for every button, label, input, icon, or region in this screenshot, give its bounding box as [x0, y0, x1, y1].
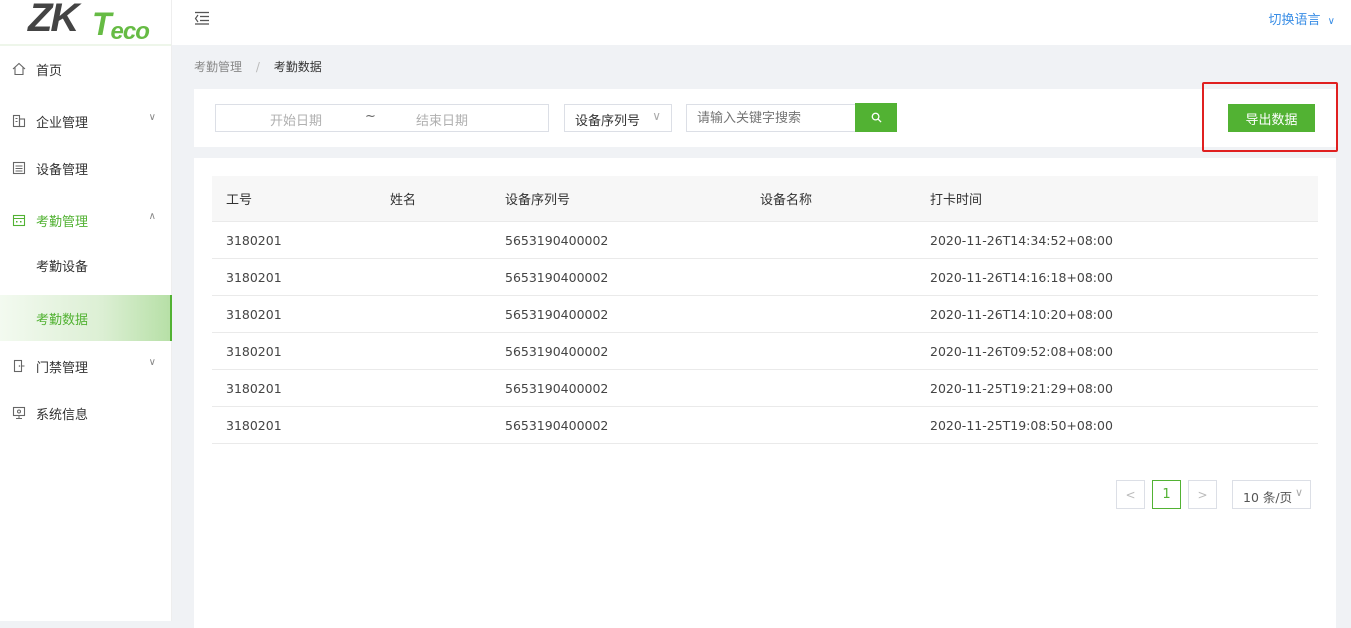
sidebar-item-label: 首页: [36, 63, 63, 79]
sidebar-item-label: 设备管理: [36, 162, 89, 178]
language-label: 切换语言: [1268, 13, 1321, 28]
table-row: 3180201 5653190400002 2020-11-25T19:21:2…: [212, 370, 1318, 407]
cell-employee-id: 3180201: [226, 232, 282, 248]
table-row: 3180201 5653190400002 2020-11-26T14:10:2…: [212, 296, 1318, 333]
cell-device-serial: 5653190400002: [505, 380, 609, 396]
cell-employee-id: 3180201: [226, 417, 282, 433]
sidebar-item-device[interactable]: 设备管理: [0, 145, 172, 191]
table-header: 工号 姓名 设备序列号 设备名称 打卡时间: [212, 176, 1318, 222]
header-punch-time: 打卡时间: [930, 193, 983, 208]
breadcrumb-current: 考勤数据: [273, 60, 322, 74]
search-icon: [871, 108, 882, 127]
sidebar-item-enterprise[interactable]: 企业管理 ∨: [0, 98, 172, 144]
attendance-table: 工号 姓名 设备序列号 设备名称 打卡时间 3180201 5653190400…: [212, 176, 1318, 444]
chevron-down-icon: ∨: [1327, 16, 1335, 27]
table-panel: 工号 姓名 设备序列号 设备名称 打卡时间 3180201 5653190400…: [194, 158, 1336, 628]
cell-punch-time: 2020-11-26T14:34:52+08:00: [930, 232, 1113, 248]
table-row: 3180201 5653190400002 2020-11-26T14:16:1…: [212, 259, 1318, 296]
chevron-down-icon: ∨: [148, 112, 156, 123]
cell-punch-time: 2020-11-26T14:10:20+08:00: [930, 306, 1113, 322]
table-row: 3180201 5653190400002 2020-11-25T19:08:5…: [212, 407, 1318, 444]
sidebar-item-home[interactable]: 首页: [0, 46, 172, 92]
page-size-value: 10 条/页: [1243, 490, 1293, 505]
submenu-attendance-device[interactable]: 考勤设备: [0, 242, 172, 288]
header-device-name: 设备名称: [760, 193, 813, 208]
cell-employee-id: 3180201: [226, 269, 282, 285]
date-range-picker[interactable]: 开始日期 ~ 结束日期: [215, 104, 549, 132]
door-icon: [12, 359, 26, 373]
cell-device-serial: 5653190400002: [505, 306, 609, 322]
breadcrumb: 考勤管理 / 考勤数据: [194, 58, 322, 75]
page-number-1[interactable]: 1: [1152, 480, 1181, 509]
sidebar-item-access-control[interactable]: 门禁管理 ∨: [0, 343, 172, 389]
chevron-down-icon: ∨: [652, 109, 661, 123]
search-button[interactable]: [855, 103, 897, 132]
logo-eco: Teco: [92, 6, 150, 45]
header-device-serial: 设备序列号: [505, 193, 571, 208]
language-switch[interactable]: 切换语言 ∨: [1269, 9, 1335, 28]
top-bar: 切换语言 ∨: [172, 0, 1351, 45]
cell-device-serial: 5653190400002: [505, 269, 609, 285]
cell-punch-time: 2020-11-25T19:08:50+08:00: [930, 417, 1113, 433]
prev-page-button[interactable]: <: [1116, 480, 1145, 509]
select-value: 设备序列号: [575, 114, 641, 129]
sidebar-item-label: 考勤管理: [36, 214, 89, 230]
cell-device-serial: 5653190400002: [505, 232, 609, 248]
highlight-annotation: [1202, 82, 1338, 152]
cell-employee-id: 3180201: [226, 306, 282, 322]
sidebar-item-label: 系统信息: [36, 407, 89, 423]
chevron-down-icon: ∨: [148, 357, 156, 368]
header-name: 姓名: [390, 193, 417, 208]
cell-employee-id: 3180201: [226, 343, 282, 359]
cell-device-serial: 5653190400002: [505, 417, 609, 433]
search-input[interactable]: [686, 104, 856, 132]
device-icon: [12, 161, 26, 175]
range-separator: ~: [365, 109, 376, 124]
sidebar-item-label: 门禁管理: [36, 360, 89, 376]
logo-zk: ZK: [28, 0, 79, 40]
start-date-placeholder: 开始日期: [270, 114, 323, 129]
home-icon: [12, 62, 26, 76]
search-field-select[interactable]: 设备序列号 ∨: [564, 104, 672, 132]
filter-bar: 开始日期 ~ 结束日期 设备序列号 ∨ 导出数据: [194, 89, 1336, 147]
next-page-button[interactable]: >: [1188, 480, 1217, 509]
submenu-attendance-data[interactable]: 考勤数据: [0, 295, 172, 341]
breadcrumb-parent[interactable]: 考勤管理: [194, 60, 242, 74]
zkteco-logo: ZK Teco: [0, 0, 171, 46]
sidebar-item-attendance[interactable]: 考勤管理 ∧: [0, 197, 172, 243]
cell-punch-time: 2020-11-26T09:52:08+08:00: [930, 343, 1113, 359]
submenu-label: 考勤数据: [36, 312, 89, 328]
table-row: 3180201 5653190400002 2020-11-26T14:34:5…: [212, 222, 1318, 259]
sidebar: ZK Teco 首页 企业管理 ∨ 设备管理 考勤管理 ∧ 考勤设备 考勤数据: [0, 0, 172, 621]
header-employee-id: 工号: [226, 193, 253, 208]
menu-fold-icon[interactable]: [194, 10, 210, 25]
sidebar-item-label: 企业管理: [36, 115, 89, 131]
chevron-down-icon: ∨: [1294, 486, 1303, 499]
chevron-up-icon: ∧: [148, 211, 156, 222]
end-date-placeholder: 结束日期: [416, 114, 469, 129]
cell-device-serial: 5653190400002: [505, 343, 609, 359]
building-icon: [12, 114, 26, 128]
cell-punch-time: 2020-11-25T19:21:29+08:00: [930, 380, 1113, 396]
page-size-select[interactable]: 10 条/页 ∨: [1232, 480, 1311, 509]
submenu-label: 考勤设备: [36, 259, 89, 275]
calendar-icon: [12, 213, 26, 227]
breadcrumb-separator: /: [255, 60, 260, 74]
monitor-icon: [12, 406, 26, 420]
cell-employee-id: 3180201: [226, 380, 282, 396]
sidebar-item-system-info[interactable]: 系统信息: [0, 390, 172, 436]
table-row: 3180201 5653190400002 2020-11-26T09:52:0…: [212, 333, 1318, 370]
cell-punch-time: 2020-11-26T14:16:18+08:00: [930, 269, 1113, 285]
